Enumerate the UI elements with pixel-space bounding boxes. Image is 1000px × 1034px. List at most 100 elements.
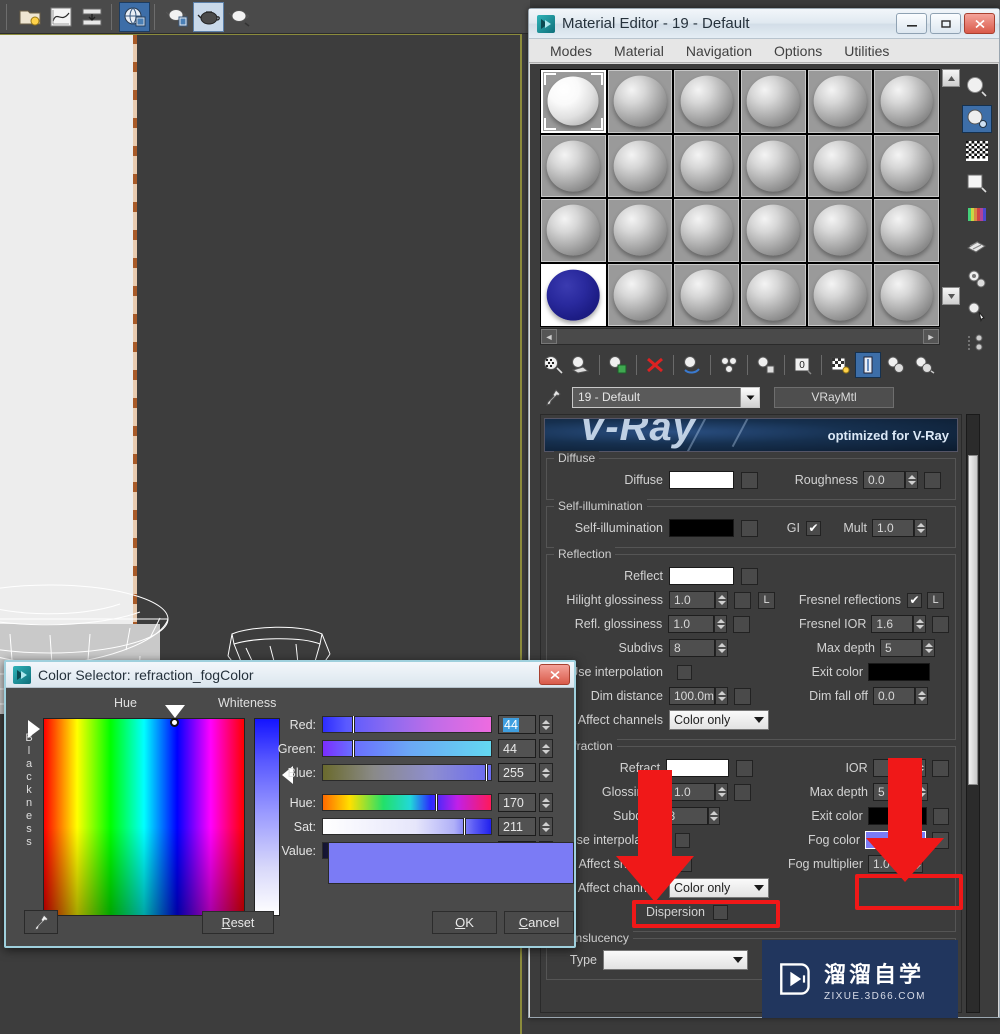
refract-subdivs-spinner[interactable] [707, 807, 720, 825]
material-effects-channel-icon[interactable]: 0 [790, 352, 816, 378]
green-slider-track[interactable] [322, 740, 492, 757]
self-illumination-color-swatch[interactable] [669, 519, 734, 537]
refract-max-depth-value[interactable]: 5 [873, 783, 915, 801]
make-material-copy-icon[interactable] [679, 352, 705, 378]
quick-render-teapot-icon[interactable] [224, 2, 255, 32]
material-editor-globe-icon[interactable] [119, 1, 150, 32]
sample-slot-5[interactable] [807, 70, 873, 133]
refl-glossiness-map-button[interactable] [733, 615, 750, 633]
refl-max-depth-spinner[interactable] [922, 639, 935, 657]
gi-checkbox[interactable]: ✔ [806, 520, 821, 536]
blackness-marker-triangle[interactable] [28, 720, 40, 738]
refract-glossiness-map-button[interactable] [734, 783, 751, 801]
sample-slot-17[interactable] [807, 199, 873, 262]
parameters-scrollbar-thumb[interactable] [968, 455, 978, 785]
sample-type-sphere-icon[interactable] [962, 73, 992, 101]
red-value-field[interactable]: 44 [498, 715, 536, 734]
material-id-channel-icon[interactable] [962, 329, 992, 357]
window-controls[interactable] [896, 13, 995, 34]
material-parameters-panel[interactable]: V-Ray optimized for V-Ray Diffuse Diffus… [540, 414, 962, 1013]
refl-glossiness-spinner[interactable] [714, 615, 727, 633]
scroll-right-button[interactable]: ► [923, 329, 939, 344]
sat-value-field[interactable]: 211 [498, 817, 536, 836]
show-shaded-material-in-viewport-icon[interactable] [827, 352, 853, 378]
hue-marker-triangle[interactable] [165, 705, 185, 718]
color-selector-titlebar[interactable]: Color Selector: refraction_fogColor [6, 662, 574, 688]
roughness-spinner[interactable] [905, 471, 918, 489]
dim-distance-spinner[interactable] [715, 687, 728, 705]
render-frame-teapot-icon[interactable] [193, 1, 224, 32]
material-editor-window[interactable]: Material Editor - 19 - Default Modes Mat… [528, 8, 1000, 1018]
hue-slider-track[interactable] [322, 794, 492, 811]
dim-falloff-value[interactable]: 0.0 [873, 687, 915, 705]
sample-uv-tiling-icon[interactable] [962, 169, 992, 197]
diffuse-color-swatch[interactable] [669, 471, 734, 489]
put-material-to-scene-icon[interactable] [568, 352, 594, 378]
hilight-glossiness-lock-button[interactable]: L [758, 591, 775, 609]
hue-saturation-picker[interactable] [43, 718, 245, 916]
material-type-button[interactable]: VRayMtl [774, 386, 894, 408]
reset-button[interactable]: RReseteset [202, 911, 274, 934]
scroll-left-button[interactable]: ◄ [541, 329, 557, 344]
sample-slot-10[interactable] [740, 134, 806, 197]
make-preview-icon[interactable] [962, 233, 992, 261]
dim-distance-value[interactable]: 100.0m [669, 687, 715, 705]
self-illumination-map-button[interactable] [741, 519, 758, 537]
refract-use-interpolation-checkbox[interactable] [675, 832, 691, 848]
green-spinner[interactable] [539, 739, 553, 758]
hilight-glossiness-spinner[interactable] [715, 591, 728, 609]
color-selector-close-button[interactable] [539, 664, 570, 685]
material-editor-menubar[interactable]: Modes Material Navigation Options Utilit… [529, 39, 999, 63]
hue-spinner[interactable] [539, 793, 553, 812]
sample-slot-6[interactable] [874, 70, 939, 133]
refract-subdivs-value[interactable]: 8 [663, 807, 708, 825]
sample-slot-24[interactable] [874, 263, 939, 326]
fresnel-lock-button[interactable]: L [927, 591, 944, 609]
sample-slot-7[interactable] [541, 134, 606, 197]
backlight-icon[interactable] [962, 105, 992, 133]
video-color-check-icon[interactable] [962, 201, 992, 229]
sample-slot-9[interactable] [674, 134, 739, 197]
material-name-row[interactable]: 19 - Default VRayMtl [540, 384, 980, 410]
slot-grid-horizontal-scrollbar[interactable]: ◄ ► [540, 328, 940, 345]
sample-slot-16[interactable] [740, 199, 806, 262]
refract-affect-channels-dropdown[interactable]: Color only [669, 878, 769, 898]
translucency-type-dropdown[interactable] [603, 950, 748, 970]
blue-value-field[interactable]: 255 [498, 763, 536, 782]
ior-map-button[interactable] [932, 759, 949, 777]
fresnel-ior-map-button[interactable] [932, 615, 949, 633]
affect-shadows-checkbox[interactable]: ✔ [677, 856, 692, 872]
refl-subdivs-value[interactable]: 8 [669, 639, 715, 657]
open-file-icon[interactable] [14, 2, 45, 32]
close-button[interactable] [964, 13, 995, 34]
reset-map-icon[interactable] [642, 352, 668, 378]
refract-exit-color-swatch[interactable] [867, 807, 927, 825]
sample-slot-4[interactable] [740, 70, 806, 133]
material-name-dropdown-arrow[interactable] [740, 387, 759, 407]
hue-picker-cursor[interactable] [170, 718, 179, 727]
sample-slot-2[interactable] [607, 70, 673, 133]
sample-slot-23[interactable] [807, 263, 873, 326]
dispersion-checkbox[interactable] [713, 904, 728, 920]
reflect-map-button[interactable] [741, 567, 758, 585]
refract-exit-color-map-button[interactable] [932, 807, 949, 825]
sample-slot-8[interactable] [607, 134, 673, 197]
color-selector-dialog[interactable]: Color Selector: refraction_fogColor Hue … [4, 660, 576, 948]
red-spinner[interactable] [539, 715, 553, 734]
sample-slot-14[interactable] [607, 199, 673, 262]
blue-slider-track[interactable] [322, 764, 492, 781]
sample-slot-20[interactable] [607, 263, 673, 326]
diffuse-map-button[interactable] [741, 471, 758, 489]
show-end-result-icon[interactable] [855, 352, 881, 378]
roughness-map-button[interactable] [924, 471, 941, 489]
roughness-value[interactable]: 0.0 [863, 471, 905, 489]
refl-subdivs-spinner[interactable] [715, 639, 728, 657]
menu-options[interactable]: Options [763, 41, 833, 61]
refl-affect-channels-dropdown[interactable]: Color only [669, 710, 769, 730]
render-setup-teapot-icon[interactable] [162, 2, 193, 32]
get-material-icon[interactable] [540, 352, 566, 378]
parameters-scrollbar[interactable] [966, 414, 980, 1013]
sample-slot-15[interactable] [674, 199, 739, 262]
go-forward-to-sibling-icon[interactable] [911, 352, 937, 378]
sample-slot-22[interactable] [740, 263, 806, 326]
